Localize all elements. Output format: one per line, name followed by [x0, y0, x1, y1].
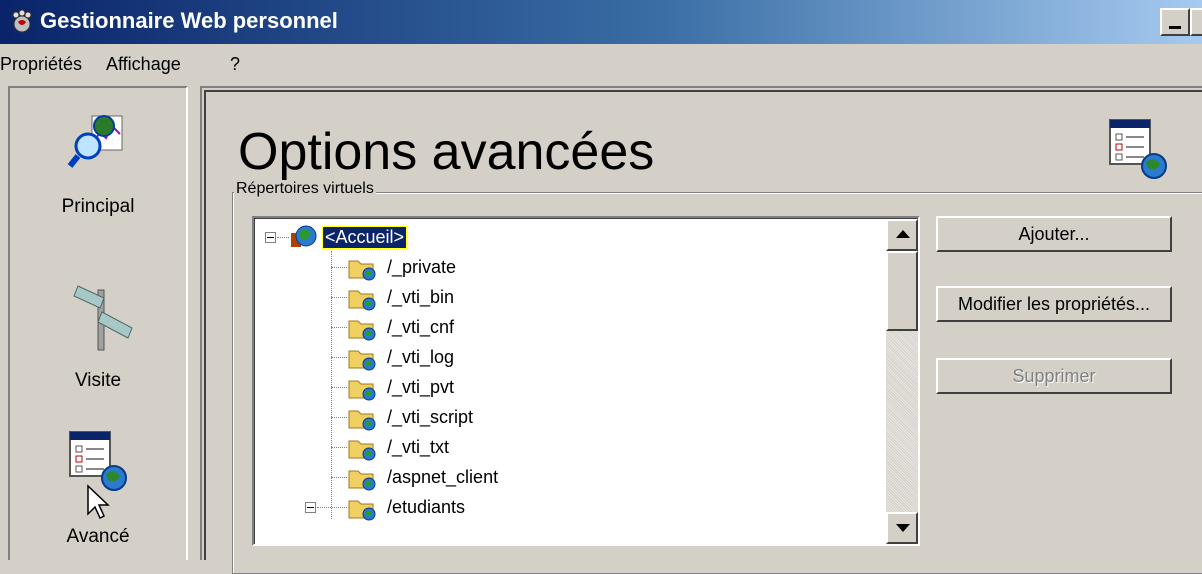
advanced-options-header-icon	[1109, 119, 1167, 179]
collapse-icon[interactable]	[305, 502, 316, 513]
web-folder-icon	[348, 380, 376, 401]
nav-label-visite: Visite	[74, 370, 122, 391]
tree-node-label: /_vti_txt	[387, 437, 450, 457]
advanced-options-icon	[69, 431, 127, 491]
tree-node[interactable]: /_vti_cnf	[315, 313, 855, 343]
mouse-cursor-icon	[87, 484, 110, 520]
main-panel: Options avancées Répertoires virtuels <A…	[200, 86, 1202, 574]
web-folder-icon	[348, 350, 376, 371]
globe-magnifier-icon	[67, 115, 123, 168]
web-folder-icon	[348, 470, 376, 491]
title-bar[interactable]: Gestionnaire Web personnel	[0, 0, 1202, 44]
tree-node-label: /_vti_bin	[387, 287, 455, 307]
tree-node-label: /_private	[387, 257, 457, 277]
nav-item-visite[interactable]: Visite	[10, 274, 186, 404]
minimize-icon	[1169, 26, 1181, 29]
tree-node-label: /_vti_pvt	[387, 377, 455, 397]
scroll-down-button[interactable]	[886, 512, 918, 544]
tree-node[interactable]: /_vti_bin	[315, 283, 855, 313]
scroll-up-button[interactable]	[886, 219, 918, 251]
tree-node-label: <Accueil>	[321, 226, 408, 249]
nav-item-principal[interactable]: Principal	[10, 88, 186, 248]
web-folder-icon	[348, 320, 376, 341]
add-button[interactable]: Ajouter...	[936, 216, 1172, 252]
tree-node-label: /_vti_script	[387, 407, 474, 427]
left-nav: Principal Visite Avancé	[8, 86, 188, 560]
tree-node-label: /aspnet_client	[387, 467, 499, 487]
menu-bar: Propriétés Affichage ?	[0, 44, 1202, 82]
group-label: Répertoires virtuels	[234, 180, 376, 198]
arrow-down-icon	[896, 524, 910, 532]
web-folder-icon	[348, 500, 376, 521]
menu-proprietes[interactable]: Propriétés	[0, 54, 82, 75]
web-folder-icon	[348, 260, 376, 281]
arrow-up-icon	[896, 230, 910, 238]
tree-node[interactable]: /etudiants	[305, 493, 855, 523]
tree-node-label: /_vti_cnf	[387, 317, 455, 337]
scroll-thumb[interactable]	[886, 251, 918, 331]
maximize-button[interactable]	[1190, 8, 1202, 36]
virtual-directories-tree[interactable]: <Accueil> /_private /_vti_bin /_vti_cnf	[252, 216, 920, 546]
minimize-button[interactable]	[1160, 8, 1190, 36]
collapse-icon[interactable]	[265, 232, 276, 243]
window-title: Gestionnaire Web personnel	[40, 8, 338, 33]
tree-node[interactable]: /_private	[315, 253, 855, 283]
tree-node[interactable]: /aspnet_client	[315, 463, 855, 493]
tree-scrollbar[interactable]	[886, 219, 918, 544]
web-folder-icon	[348, 440, 376, 461]
tree-node-label: /etudiants	[387, 497, 466, 517]
nav-label-principal: Principal	[61, 196, 135, 217]
tree-node[interactable]: /_vti_script	[315, 403, 855, 433]
paw-globe-app-icon	[12, 10, 32, 33]
edit-properties-button[interactable]: Modifier les propriétés...	[936, 286, 1172, 322]
tree-node[interactable]: /_vti_log	[315, 343, 855, 373]
delete-button[interactable]: Supprimer	[936, 358, 1172, 394]
web-folder-icon	[348, 290, 376, 311]
tree-node-root[interactable]: <Accueil>	[265, 223, 865, 253]
page-title: Options avancées	[238, 123, 655, 181]
nav-label-avance: Avancé	[66, 526, 130, 547]
web-folder-icon	[348, 410, 376, 431]
signpost-icon	[73, 285, 133, 351]
tree-node-label: /_vti_log	[387, 347, 455, 367]
globe-home-icon	[291, 225, 317, 247]
menu-affichage[interactable]: Affichage	[106, 54, 181, 75]
tree-node[interactable]: /_vti_pvt	[315, 373, 855, 403]
nav-item-avance[interactable]: Avancé	[10, 418, 186, 558]
menu-help[interactable]: ?	[230, 54, 240, 75]
tree-node[interactable]: /_vti_txt	[315, 433, 855, 463]
